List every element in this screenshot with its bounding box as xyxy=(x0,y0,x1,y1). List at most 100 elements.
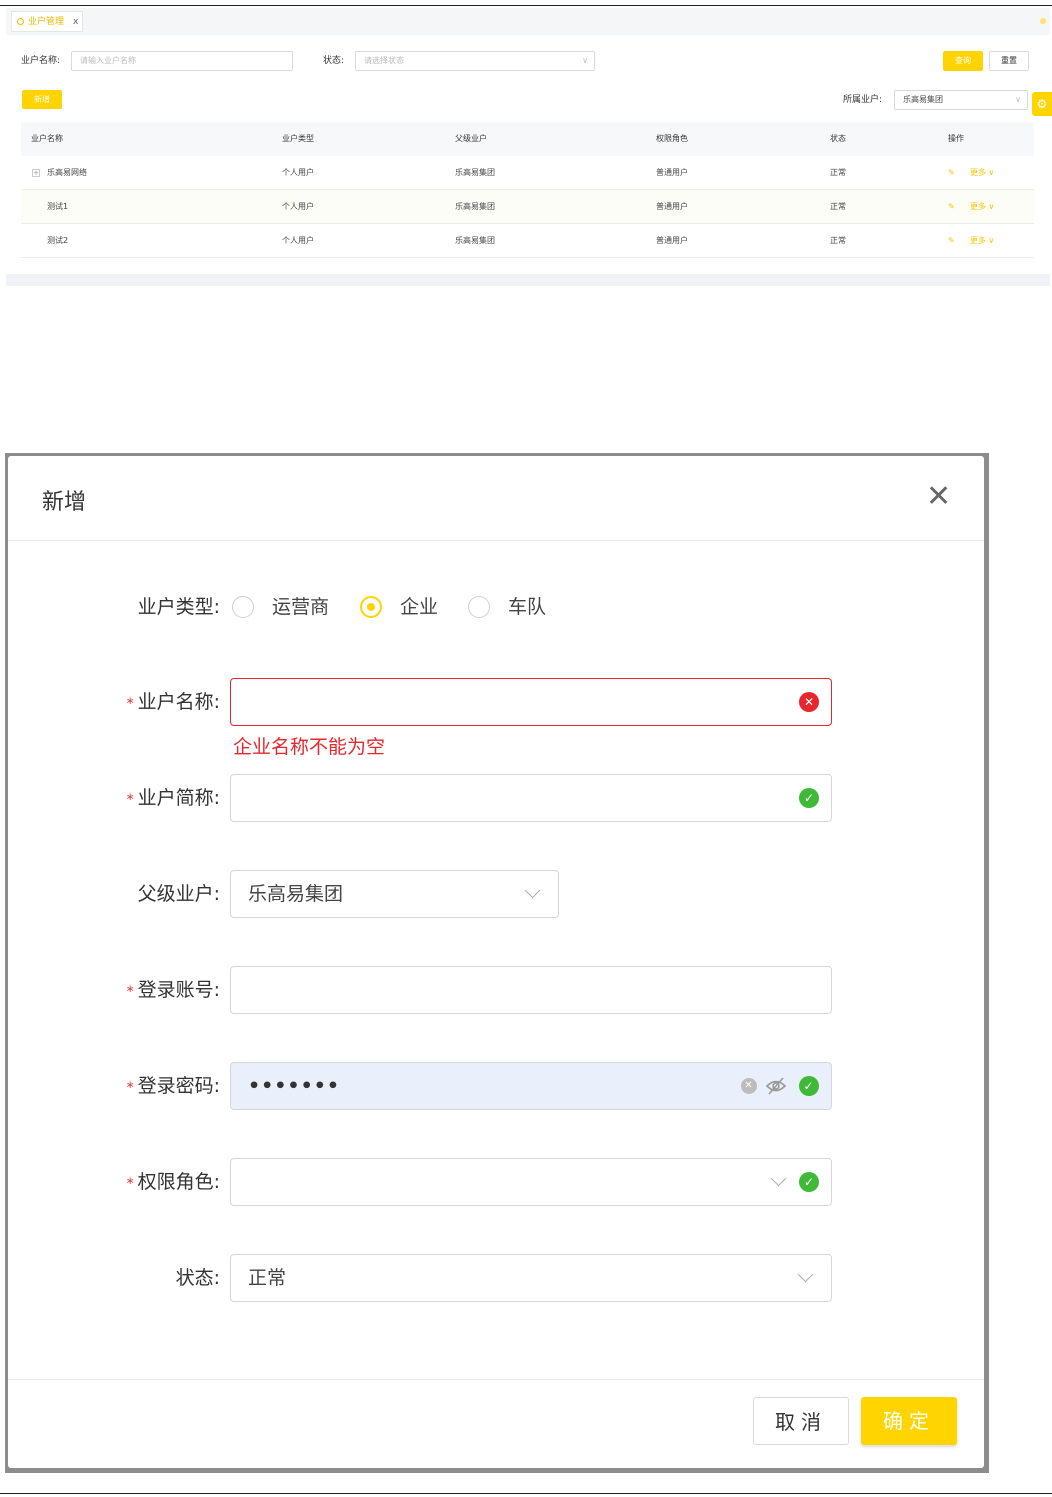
radio-enterprise-label: 企业 xyxy=(400,596,439,618)
cell-name: 测试1 xyxy=(47,202,69,211)
close-icon[interactable]: x xyxy=(73,12,78,33)
status-select[interactable]: 请选择状态 ∨ xyxy=(355,51,595,71)
table-header: 业户名称 业户类型 父级业户 权限角色 状态 操作 xyxy=(21,122,1034,156)
name-search-input[interactable]: 请输入业户名称 xyxy=(71,51,293,71)
column-header-type: 业户类型 xyxy=(282,134,314,143)
account-label: * 登录账号: xyxy=(60,966,220,1016)
role-label-text: 权限角色: xyxy=(137,1171,220,1193)
chevron-down-icon: ∨ xyxy=(988,202,995,211)
modal-header-divider xyxy=(8,540,984,541)
clear-icon[interactable]: ✕ xyxy=(741,1078,757,1094)
eye-off-icon[interactable] xyxy=(765,1076,787,1096)
more-label: 更多 xyxy=(970,168,986,177)
page-bottom-rule xyxy=(0,1493,1052,1494)
name-error-message: 企业名称不能为空 xyxy=(233,736,386,758)
column-header-parent: 父级业户 xyxy=(455,134,487,143)
required-mark: * xyxy=(126,696,134,712)
role-label: * 权限角色: xyxy=(60,1158,220,1208)
name-label: * 业户名称: xyxy=(60,678,220,728)
check-icon: ✓ xyxy=(799,1076,819,1096)
tab-account-management[interactable]: 业户管理 x xyxy=(11,11,83,32)
radio-enterprise[interactable] xyxy=(360,596,382,618)
cell-parent: 乐高易集团 xyxy=(455,202,495,211)
dot-icon xyxy=(1040,18,1046,24)
edit-icon[interactable]: ✎ xyxy=(948,156,955,190)
password-label: * 登录密码: xyxy=(60,1062,220,1112)
more-label: 更多 xyxy=(970,202,986,211)
password-input[interactable]: ••••••• ✕ ✓ xyxy=(230,1062,832,1110)
radio-fleet[interactable] xyxy=(468,596,490,618)
page-top-rule xyxy=(0,5,1052,6)
chevron-down-icon xyxy=(797,1266,814,1283)
name-input[interactable]: ✕ xyxy=(230,678,832,726)
close-icon[interactable]: ✕ xyxy=(926,482,951,512)
chevron-down-icon xyxy=(524,882,541,899)
owner-select[interactable]: 乐高易集团 ∨ xyxy=(894,90,1028,110)
required-mark: * xyxy=(126,984,134,1000)
short-name-label-text: 业户简称: xyxy=(137,787,220,809)
query-button[interactable]: 查询 xyxy=(943,51,983,71)
radio-operator[interactable] xyxy=(232,596,254,618)
cell-status: 正常 xyxy=(830,236,846,245)
short-name-input[interactable]: ✓ xyxy=(230,774,832,822)
expand-icon[interactable]: + xyxy=(32,169,40,177)
clear-error-icon[interactable]: ✕ xyxy=(799,692,819,712)
chevron-down-icon: ∨ xyxy=(1015,95,1021,104)
cell-type: 个人用户 xyxy=(282,236,314,245)
column-header-name: 业户名称 xyxy=(31,134,63,143)
edit-icon[interactable]: ✎ xyxy=(948,224,955,258)
cell-name: 测试2 xyxy=(47,236,69,245)
add-modal: 新增 ✕ 业户类型: 运营商 企业 车队 * 业户名称: ✕ 企业名称不能为空 *… xyxy=(8,456,984,1468)
type-label: 业户类型: xyxy=(137,596,220,618)
edit-icon[interactable]: ✎ xyxy=(948,190,955,224)
account-label-text: 登录账号: xyxy=(137,979,220,1001)
cell-type: 个人用户 xyxy=(282,168,314,177)
name-label-text: 业户名称: xyxy=(137,691,220,713)
table-row: + 乐高易网络 个人用户 乐高易集团 普通用户 正常 ✎ 更多 ∨ xyxy=(21,156,1034,190)
password-value: ••••••• xyxy=(248,1075,341,1097)
account-input[interactable] xyxy=(230,966,832,1014)
reset-button[interactable]: 重置 xyxy=(989,51,1029,71)
required-mark: * xyxy=(126,1176,134,1192)
more-menu[interactable]: 更多 ∨ xyxy=(970,190,994,224)
required-mark: * xyxy=(126,1080,134,1096)
column-header-actions: 操作 xyxy=(948,134,964,143)
more-menu[interactable]: 更多 ∨ xyxy=(970,156,994,190)
cell-type: 个人用户 xyxy=(282,202,314,211)
table-row: 测试2 个人用户 乐高易集团 普通用户 正常 ✎ 更多 ∨ xyxy=(21,224,1034,258)
check-icon: ✓ xyxy=(799,1172,819,1192)
cancel-button[interactable]: 取消 xyxy=(753,1397,849,1445)
list-page-screenshot: 业户管理 x 业户名称: 请输入业户名称 状态: 请选择状态 ∨ 查询 重置 新… xyxy=(6,8,1052,286)
status-label: 状态: xyxy=(175,1267,220,1289)
required-mark: * xyxy=(126,792,134,808)
status-select[interactable]: 正常 xyxy=(230,1254,832,1302)
more-label: 更多 xyxy=(970,236,986,245)
modal-title: 新增 xyxy=(42,490,87,515)
chevron-down-icon: ∨ xyxy=(582,56,588,65)
tab-label: 业户管理 xyxy=(28,17,65,27)
tab-icon xyxy=(17,18,24,25)
cell-role: 普通用户 xyxy=(656,168,688,177)
parent-select[interactable]: 乐高易集团 xyxy=(230,870,559,918)
filter-name-label: 业户名称: xyxy=(21,56,61,66)
radio-fleet-label: 车队 xyxy=(508,596,547,618)
parent-label: 父级业户: xyxy=(137,883,220,905)
chevron-down-icon xyxy=(770,1170,787,1187)
owner-select-value: 乐高易集团 xyxy=(903,95,943,104)
confirm-button[interactable]: 确定 xyxy=(861,1397,957,1445)
settings-gear-icon[interactable]: ⚙ xyxy=(1032,92,1052,116)
check-icon: ✓ xyxy=(799,788,819,808)
tab-bar: 业户管理 x xyxy=(6,8,1050,35)
cell-role: 普通用户 xyxy=(656,236,688,245)
more-menu[interactable]: 更多 ∨ xyxy=(970,224,994,258)
radio-operator-label: 运营商 xyxy=(272,596,330,618)
cell-status: 正常 xyxy=(830,168,846,177)
short-name-label: * 业户简称: xyxy=(60,774,220,824)
add-button[interactable]: 新增 xyxy=(22,90,62,109)
password-label-text: 登录密码: xyxy=(137,1075,220,1097)
cell-role: 普通用户 xyxy=(656,202,688,211)
chevron-down-icon: ∨ xyxy=(988,236,995,245)
column-header-status: 状态 xyxy=(830,134,846,143)
cell-name: 乐高易网络 xyxy=(47,168,87,177)
role-select[interactable]: ✓ xyxy=(230,1158,832,1206)
